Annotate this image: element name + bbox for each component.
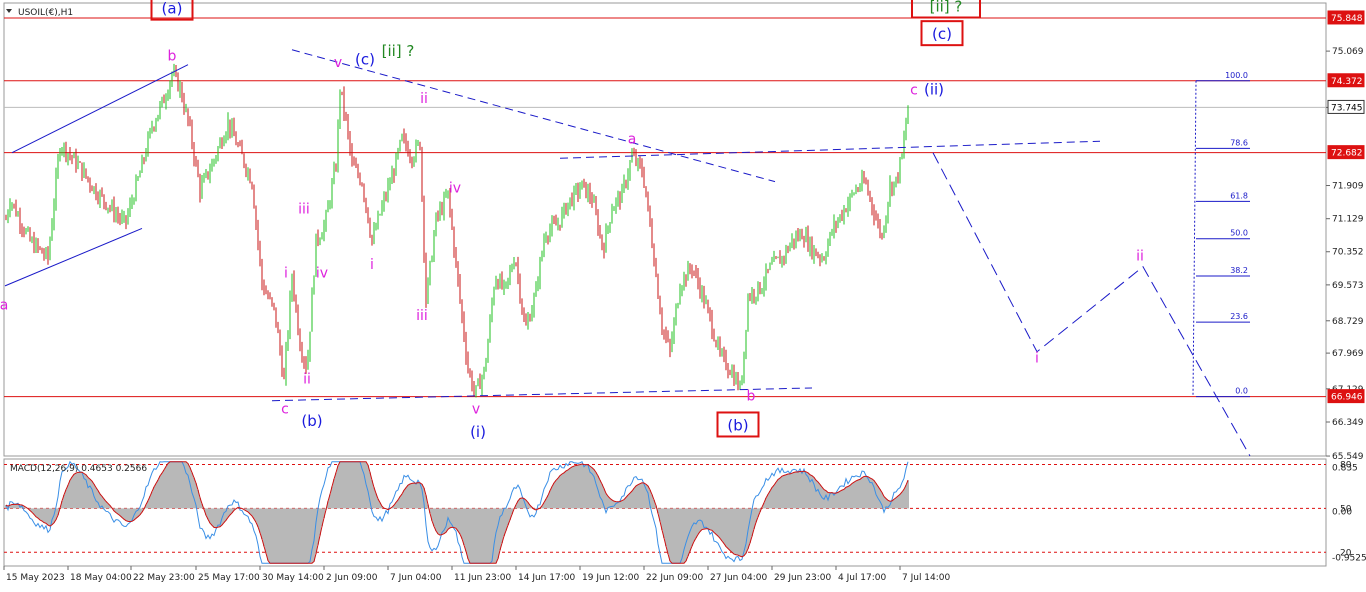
wave-label: iv <box>316 265 328 281</box>
wave-label: (a) <box>162 0 183 18</box>
time-tick-label: 18 May 04:00 <box>70 573 132 583</box>
wave-label: a <box>628 131 637 147</box>
fib-level-label: 50.0 <box>1230 229 1248 238</box>
time-tick-label: 22 Jun 09:00 <box>646 573 703 583</box>
price-tick-label: 71.909 <box>1332 182 1364 192</box>
wave-label: i <box>284 265 288 281</box>
fib-level-label: 61.8 <box>1230 191 1248 200</box>
fib-level-label: 100.0 <box>1225 71 1248 80</box>
wave-label: [ii] ? <box>382 42 415 60</box>
price-tick-label: 68.729 <box>1332 317 1364 327</box>
wave-label: (c) <box>355 51 375 69</box>
wave-label: b <box>747 389 756 405</box>
wave-label: a <box>0 297 8 313</box>
wave-label: (ii) <box>924 80 944 98</box>
time-tick-label: 2 Jun 09:00 <box>326 573 378 583</box>
time-tick-label: 7 Jun 04:00 <box>390 573 442 583</box>
wave-label: (b) <box>301 412 322 430</box>
time-tick-label: 19 Jun 12:00 <box>582 573 639 583</box>
wave-label: iii <box>298 202 310 218</box>
fib-level-label: 38.2 <box>1230 266 1248 275</box>
chart-title: USOIL(€),H1 <box>18 8 73 18</box>
time-tick-label: 14 Jun 17:00 <box>518 573 575 583</box>
wave-label: (b) <box>727 416 748 434</box>
time-tick-label: 4 Jul 17:00 <box>838 573 887 583</box>
wave-label: i <box>370 257 374 273</box>
price-tag-label: 72.682 <box>1331 149 1363 159</box>
time-tick-label: 15 May 2023 <box>6 573 65 583</box>
price-tag-label: 75.848 <box>1331 14 1363 24</box>
wave-label: i <box>1035 350 1039 366</box>
chart-canvas[interactable]: 100.0 78.6 61.8 50.0 38.2 23.6 0.0 (a) b a v (c) [i… <box>0 0 1366 588</box>
chart-background <box>0 0 1366 588</box>
macd-title: MACD(12,26,9) 0.4653 0.2566 <box>10 464 147 474</box>
fib-level-label: 0.0 <box>1235 387 1248 396</box>
wave-label: iii <box>416 308 428 324</box>
fib-level-label: 78.6 <box>1230 138 1248 147</box>
wave-label: b <box>168 48 177 64</box>
wave-label: ii <box>420 91 428 107</box>
time-tick-label: 29 Jun 23:00 <box>774 573 831 583</box>
wave-label: iv <box>449 180 461 196</box>
chart-window[interactable]: 100.0 78.6 61.8 50.0 38.2 23.6 0.0 (a) b a v (c) [i… <box>0 0 1366 588</box>
wave-label: v <box>472 401 480 417</box>
wave-label: [ii] ? <box>930 0 963 16</box>
time-tick-label: 27 Jun 04:00 <box>710 573 767 583</box>
price-tick-label: 70.352 <box>1332 248 1364 258</box>
price-tag-label: 74.372 <box>1331 77 1363 87</box>
wave-label: (c) <box>932 25 952 43</box>
time-tick-label: 22 May 23:00 <box>133 573 195 583</box>
wave-label: c <box>910 82 918 98</box>
wave-label: ii <box>303 372 311 388</box>
time-tick-label: 30 May 14:00 <box>262 573 324 583</box>
wave-label: c <box>281 401 289 417</box>
fib-level-label: 23.6 <box>1230 312 1248 321</box>
time-tick-label: 25 May 17:00 <box>198 573 260 583</box>
wave-label: ii <box>1136 248 1144 264</box>
price-tick-label: 75.069 <box>1332 47 1364 57</box>
time-tick-label: 11 Jun 23:00 <box>454 573 511 583</box>
price-tick-label: 71.129 <box>1332 215 1364 225</box>
time-tick-label: 7 Jul 14:00 <box>902 573 951 583</box>
wave-label: (i) <box>470 423 486 441</box>
wave-label: v <box>334 55 342 71</box>
macd-axis-label: 0.00 <box>1332 507 1352 517</box>
macd-axis-label: -0.9525 <box>1332 554 1366 564</box>
price-tick-label: 69.573 <box>1332 281 1364 291</box>
macd-axis-label: 0.835 <box>1332 464 1358 474</box>
price-tick-label: 66.349 <box>1332 418 1364 428</box>
price-tick-label: 67.969 <box>1332 349 1364 359</box>
price-tag-label: 73.745 <box>1331 103 1363 113</box>
price-tag-label: 66.946 <box>1331 393 1363 403</box>
